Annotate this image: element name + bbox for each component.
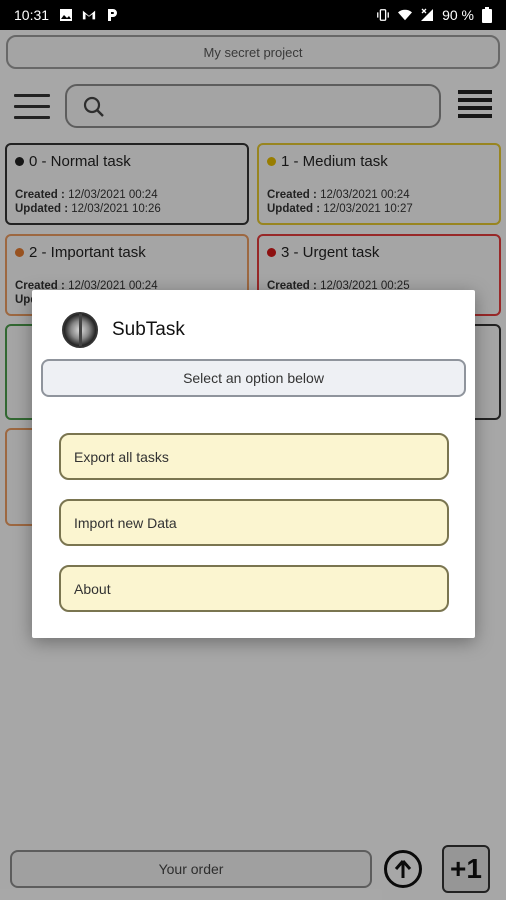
status-bar: 10:31 90 % xyxy=(0,0,506,30)
wifi-icon xyxy=(398,9,413,21)
export-tasks-button[interactable]: Export all tasks xyxy=(59,433,449,480)
import-data-button[interactable]: Import new Data xyxy=(59,499,449,546)
dialog-subtitle: Select an option below xyxy=(41,359,466,397)
about-button[interactable]: About xyxy=(59,565,449,612)
p-app-icon xyxy=(108,9,118,21)
image-icon xyxy=(60,9,73,21)
app-logo-icon xyxy=(62,312,98,348)
dialog-header: SubTask xyxy=(62,312,185,348)
notification-icons xyxy=(59,8,119,22)
battery-icon xyxy=(482,7,492,23)
status-time: 10:31 xyxy=(14,7,50,23)
dialog-title: SubTask xyxy=(112,319,185,340)
battery-percent: 90 % xyxy=(442,7,474,23)
signal-icon xyxy=(421,8,434,21)
vibrate-icon xyxy=(377,9,389,21)
status-right: 90 % xyxy=(376,7,492,23)
gmail-icon xyxy=(82,10,96,20)
options-dialog: SubTask Select an option below Export al… xyxy=(32,290,475,638)
